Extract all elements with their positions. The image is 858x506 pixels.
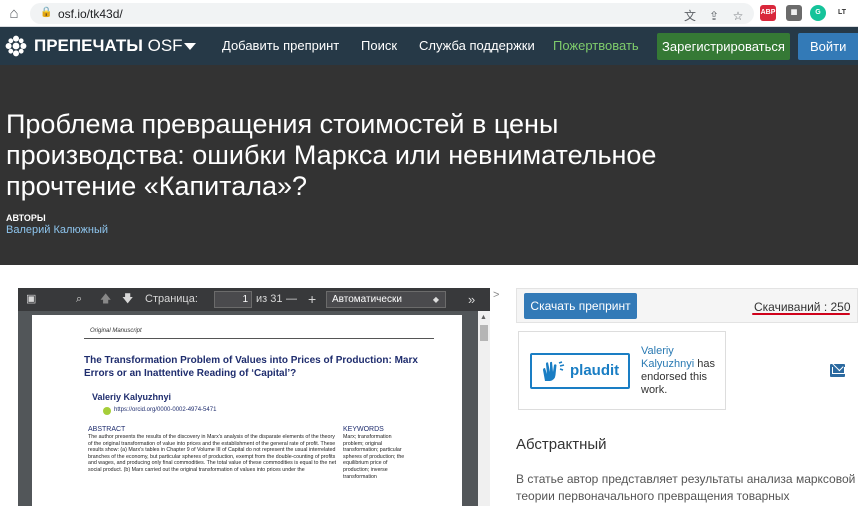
zoom-select[interactable]: Автоматически ◆	[326, 291, 446, 308]
scrollbar-thumb[interactable]	[480, 325, 488, 341]
endorser-link[interactable]: Valeriy Kalyuzhnyi	[641, 345, 694, 370]
preprint-sidebar: Скачать препринт Скачиваний : 250 plaudi…	[516, 288, 858, 506]
keywords-text: Marx; transformation problem; original t…	[343, 434, 405, 480]
register-button[interactable]: Зарегистрироваться	[657, 33, 790, 60]
abstract-text: The author presents the results of the d…	[88, 434, 337, 473]
plaudit-logo[interactable]: plaudit	[530, 353, 630, 389]
pdf-viewer: ▣ ⌕ 🡅 🡇 Страница: 1 из 31 — + Автоматиче…	[18, 288, 490, 506]
nav-support[interactable]: Служба поддержки	[419, 38, 535, 53]
author-link[interactable]: Валерий Калюжный	[6, 224, 108, 236]
manuscript-label: Original Manuscript	[90, 328, 142, 334]
bookmark-star-icon[interactable]: ☆	[730, 8, 746, 24]
chevron-right-icon[interactable]: >	[493, 289, 499, 301]
url-box[interactable]: 🔒 osf.io/tk43d/ 文 ⇪ ☆	[30, 3, 754, 24]
pdf-scrollbar[interactable]: ▲	[478, 311, 490, 506]
home-icon[interactable]: ⌂	[4, 4, 24, 24]
brand-title[interactable]: ПРЕПЕЧАТЫ OSF	[34, 36, 183, 56]
orcid-link[interactable]: https://orcid.org/0000-0002-4974-5471	[114, 407, 216, 413]
grammarly-icon[interactable]: G	[810, 5, 826, 21]
abstract-preview: В статье автор представляет результаты а…	[516, 472, 856, 503]
keywords-heading: KEYWORDS	[343, 426, 384, 433]
nav-donate[interactable]: Пожертвовать	[553, 38, 639, 53]
nav-search[interactable]: Поиск	[361, 38, 397, 53]
preprint-header: Проблема превращения стоимостей в цены п…	[0, 65, 858, 265]
page-label: Страница:	[145, 293, 198, 305]
preprint-title: Проблема превращения стоимостей в цены п…	[6, 109, 657, 201]
share-icon[interactable]: ⇪	[706, 8, 722, 24]
osf-logo-icon[interactable]	[5, 35, 27, 57]
zoom-value: Автоматически	[332, 294, 402, 305]
highlight-underline	[752, 313, 850, 315]
search-icon[interactable]: ⌕	[76, 292, 82, 307]
authors-label: АВТОРЫ	[6, 213, 46, 223]
login-button[interactable]: Войти	[798, 33, 858, 60]
zoom-in-icon[interactable]: +	[308, 292, 316, 307]
download-count: Скачиваний : 250	[754, 300, 851, 314]
pdf-page: Original Manuscript The Transformation P…	[32, 315, 462, 506]
endorsement-text: Valeriy Kalyuzhnyi has endorsed this wor…	[641, 345, 723, 397]
brand-name: ПРЕПЕЧАТЫ	[34, 36, 143, 55]
lock-icon[interactable]: 🔒	[40, 7, 52, 18]
navbar: ПРЕПЕЧАТЫ OSF Добавить препринт Поиск Сл…	[0, 27, 858, 65]
abstract-title: Абстрактный	[516, 436, 607, 453]
download-preprint-button[interactable]: Скачать препринт	[524, 293, 637, 319]
extension-badge-icon[interactable]: ▦	[786, 5, 802, 21]
divider	[84, 338, 434, 339]
page-total: из 31	[256, 293, 283, 305]
tools-menu-icon[interactable]: »	[468, 292, 475, 307]
plaudit-name: plaudit	[570, 362, 620, 379]
brand-suffix: OSF	[147, 36, 183, 55]
url-text[interactable]: osf.io/tk43d/	[58, 7, 123, 21]
scroll-up-icon[interactable]: ▲	[480, 314, 487, 321]
page-root: ⌂ 🔒 osf.io/tk43d/ 文 ⇪ ☆ ABP ▦ G LT ПРЕПЕ…	[0, 0, 858, 506]
plaudit-widget: plaudit Valeriy Kalyuzhnyi has endorsed …	[518, 331, 726, 410]
mail-icon[interactable]	[830, 364, 845, 377]
document-title: The Transformation Problem of Values int…	[84, 355, 418, 379]
nav-add-preprint[interactable]: Добавить препринт	[222, 38, 339, 53]
browser-address-bar: ⌂ 🔒 osf.io/tk43d/ 文 ⇪ ☆ ABP ▦ G LT	[0, 0, 858, 27]
abstract-heading: ABSTRACT	[88, 426, 126, 433]
document-author: Valeriy Kalyuzhnyi	[92, 392, 172, 402]
page-number-input[interactable]: 1	[214, 291, 252, 308]
orcid-icon	[103, 407, 111, 415]
pdf-toolbar: ▣ ⌕ 🡅 🡇 Страница: 1 из 31 — + Автоматиче…	[18, 288, 490, 311]
next-page-icon[interactable]: 🡇	[122, 292, 133, 307]
sidebar-toggle-icon[interactable]: ▣	[26, 292, 36, 307]
zoom-out-icon[interactable]: —	[286, 292, 297, 307]
chevron-down-icon[interactable]	[184, 43, 196, 50]
previous-page-icon[interactable]: 🡅	[100, 292, 111, 307]
translate-icon[interactable]: 文	[682, 8, 698, 24]
download-bar: Скачать препринт Скачиваний : 250	[516, 288, 858, 323]
languagetool-icon[interactable]: LT	[834, 5, 850, 21]
clapping-hands-icon	[543, 361, 565, 381]
chevron-down-icon: ◆	[432, 295, 439, 304]
abp-extension-icon[interactable]: ABP	[760, 5, 776, 21]
